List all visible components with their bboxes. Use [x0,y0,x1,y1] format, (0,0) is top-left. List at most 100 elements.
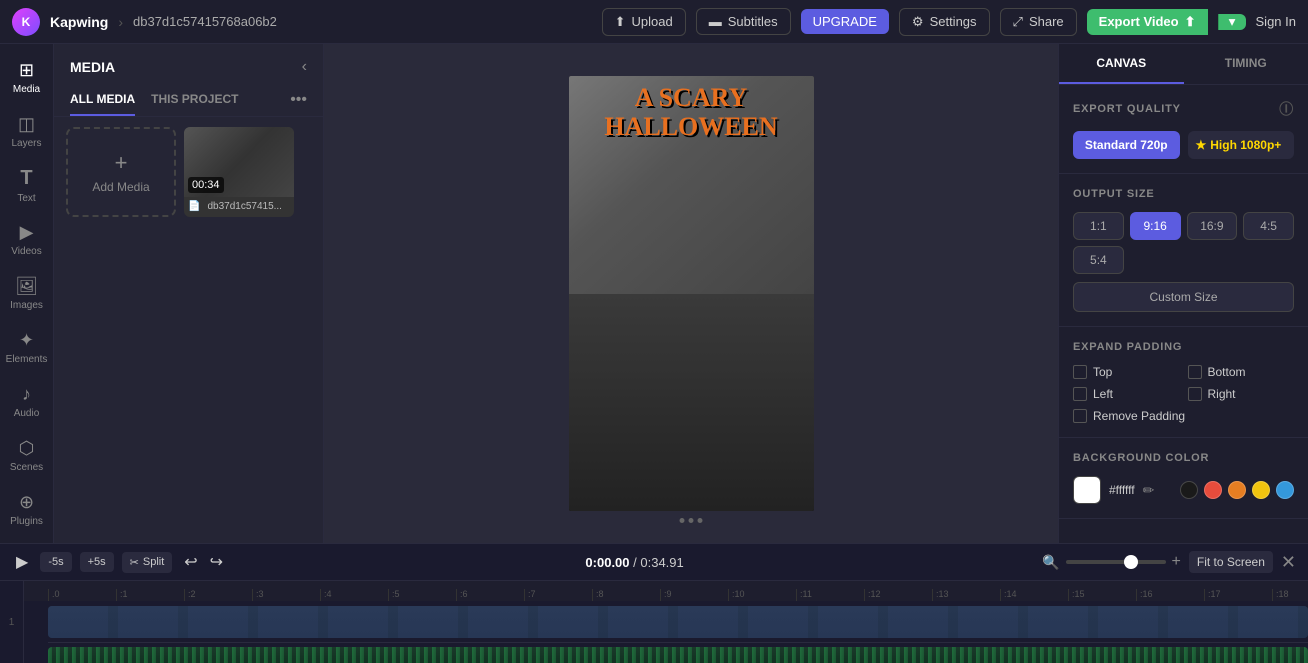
video-frame: A SCARYHALLOWEEN [569,76,814,511]
custom-size-button[interactable]: Custom Size [1073,282,1294,312]
export-button[interactable]: Export Video ⬆ [1087,9,1208,35]
padding-right-option[interactable]: Right [1188,387,1295,401]
quality-standard-button[interactable]: Standard 720p [1073,131,1180,159]
upgrade-button[interactable]: UPGRADE [801,9,889,34]
color-swatch-red[interactable] [1204,481,1222,499]
padding-top-checkbox[interactable] [1073,365,1087,379]
tab-canvas[interactable]: CANVAS [1059,44,1184,84]
remove-padding-checkbox[interactable] [1073,409,1087,423]
add-media-button[interactable]: + Add Media [66,127,176,217]
padding-left-option[interactable]: Left [1073,387,1180,401]
upload-button[interactable]: ⬆ Upload [602,8,686,36]
padding-left-checkbox[interactable] [1073,387,1087,401]
fit-to-screen-button[interactable]: Fit to Screen [1189,551,1273,573]
undo-button[interactable]: ↩ [180,550,201,574]
color-swatch-orange[interactable] [1228,481,1246,499]
export-dropdown-button[interactable]: ▾ [1218,14,1246,30]
bg-color-preview[interactable] [1073,476,1101,504]
split-button[interactable]: ✂ Split [122,552,173,573]
topbar: K Kapwing › db37d1c57415768a06b2 ⬆ Uploa… [0,0,1308,44]
sidebar-item-videos[interactable]: ▶ Videos [3,214,51,264]
zoom-in-icon[interactable]: + [1172,553,1181,571]
quality-premium-button[interactable]: ★ High 1080p+ [1188,131,1295,159]
output-size-section: OUTPUT SIZE 1:1 9:16 16:9 4:5 5:4 Custom… [1059,174,1308,327]
bg-color-edit-button[interactable]: ✏ [1143,482,1155,499]
color-swatches [1180,481,1294,499]
sidebar-item-label: Text [17,193,35,204]
video-clip[interactable] [48,606,1308,638]
size-4-5-button[interactable]: 4:5 [1243,212,1294,240]
color-swatch-black[interactable] [1180,481,1198,499]
share-button[interactable]: ⤢ Share [1000,8,1077,36]
padding-bottom-option[interactable]: Bottom [1188,365,1295,379]
sidebar-item-audio[interactable]: ♪ Audio [3,377,51,427]
sidebar-item-text[interactable]: T Text [3,160,51,210]
padding-bottom-checkbox[interactable] [1188,365,1202,379]
tab-this-project[interactable]: THIS PROJECT [151,84,238,116]
sidebar-item-label: Scenes [10,462,43,473]
padding-top-option[interactable]: Top [1073,365,1180,379]
zoom-out-icon[interactable]: 🔍 [1042,554,1059,571]
padding-right-checkbox[interactable] [1188,387,1202,401]
resize-handle-dots [680,518,703,523]
images-icon: 🖼 [15,276,38,297]
audio-clip[interactable] [48,647,1308,663]
padding-options: Top Bottom Left Right [1073,365,1294,401]
zoom-thumb[interactable] [1124,555,1138,569]
sidebar-item-elements[interactable]: ✦ Elements [3,323,51,373]
media-panel: MEDIA ‹ ALL MEDIA THIS PROJECT ••• + Add… [54,44,324,543]
chevron-down-icon: ▾ [1229,14,1236,30]
sidebar-item-label: Layers [11,138,41,149]
right-panel-tabs: CANVAS TIMING [1059,44,1308,85]
size-5-4-button[interactable]: 5:4 [1073,246,1124,274]
settings-button[interactable]: ⚙ Settings [899,8,990,36]
skip-back-button[interactable]: -5s [40,552,71,572]
elements-icon: ✦ [19,330,34,351]
timeline-controls: ▶ -5s +5s ✂ Split ↩ ↪ 0:00.00 / 0:34.91 … [0,544,1308,581]
media-panel-header: MEDIA ‹ [54,44,323,84]
redo-button[interactable]: ↪ [206,550,227,574]
media-panel-close-button[interactable]: ‹ [302,58,307,76]
info-icon[interactable]: ⓘ [1279,99,1294,119]
app-logo: K [12,8,40,36]
redo-icon: ↪ [210,554,223,571]
undo-icon: ↩ [184,554,197,571]
upload-icon: ⬆ [615,14,626,30]
timeline-body: 1 .0 :1 :2 :3 :4 :5 :6 :7 :8 :9 :10 :11 … [0,581,1308,663]
output-size-title: OUTPUT SIZE [1073,188,1294,200]
close-icon: ✕ [1281,552,1296,572]
star-icon: ★ [1196,138,1207,152]
sidebar-item-label: Images [10,300,43,311]
subtitles-button[interactable]: ▬ Subtitles [696,8,791,35]
signin-button[interactable]: Sign In [1256,14,1296,29]
remove-padding-option[interactable]: Remove Padding [1073,409,1294,423]
size-16-9-button[interactable]: 16:9 [1187,212,1238,240]
file-icon: 📄 [188,201,200,212]
sidebar-item-layers[interactable]: ◫ Layers [3,106,51,156]
sidebar-item-images[interactable]: 🖼 Images [3,268,51,318]
color-swatch-yellow[interactable] [1252,481,1270,499]
size-1-1-button[interactable]: 1:1 [1073,212,1124,240]
skip-fwd-button[interactable]: +5s [80,552,114,572]
size-9-16-button[interactable]: 9:16 [1130,212,1181,240]
canvas-preview: A SCARYHALLOWEEN [569,76,814,511]
media-more-button[interactable]: ••• [290,84,307,116]
brand-name: Kapwing [50,14,108,30]
tab-all-media[interactable]: ALL MEDIA [70,84,135,116]
sidebar-item-plugins[interactable]: ⊕ Plugins [3,485,51,535]
tab-timing[interactable]: TIMING [1184,44,1308,84]
sidebar-item-scenes[interactable]: ⬡ Scenes [3,431,51,481]
export-quality-title: EXPORT QUALITY ⓘ [1073,99,1294,119]
timeline-close-button[interactable]: ✕ [1281,552,1296,573]
track-number-col: 1 [0,581,24,663]
thumb-duration: 00:34 [188,177,224,193]
right-panel: CANVAS TIMING EXPORT QUALITY ⓘ Standard … [1058,44,1308,543]
scenes-icon: ⬡ [19,438,35,459]
media-thumbnail[interactable]: 00:34 📄 db37d1c57415... [184,127,294,217]
timeline-ruler: .0 :1 :2 :3 :4 :5 :6 :7 :8 :9 :10 :11 :1… [24,581,1308,601]
sidebar-item-media[interactable]: ⊞ Media [3,52,51,102]
play-button[interactable]: ▶ [12,550,32,574]
color-swatch-blue[interactable] [1276,481,1294,499]
media-tabs: ALL MEDIA THIS PROJECT ••• [54,84,323,117]
zoom-track[interactable] [1066,560,1166,564]
